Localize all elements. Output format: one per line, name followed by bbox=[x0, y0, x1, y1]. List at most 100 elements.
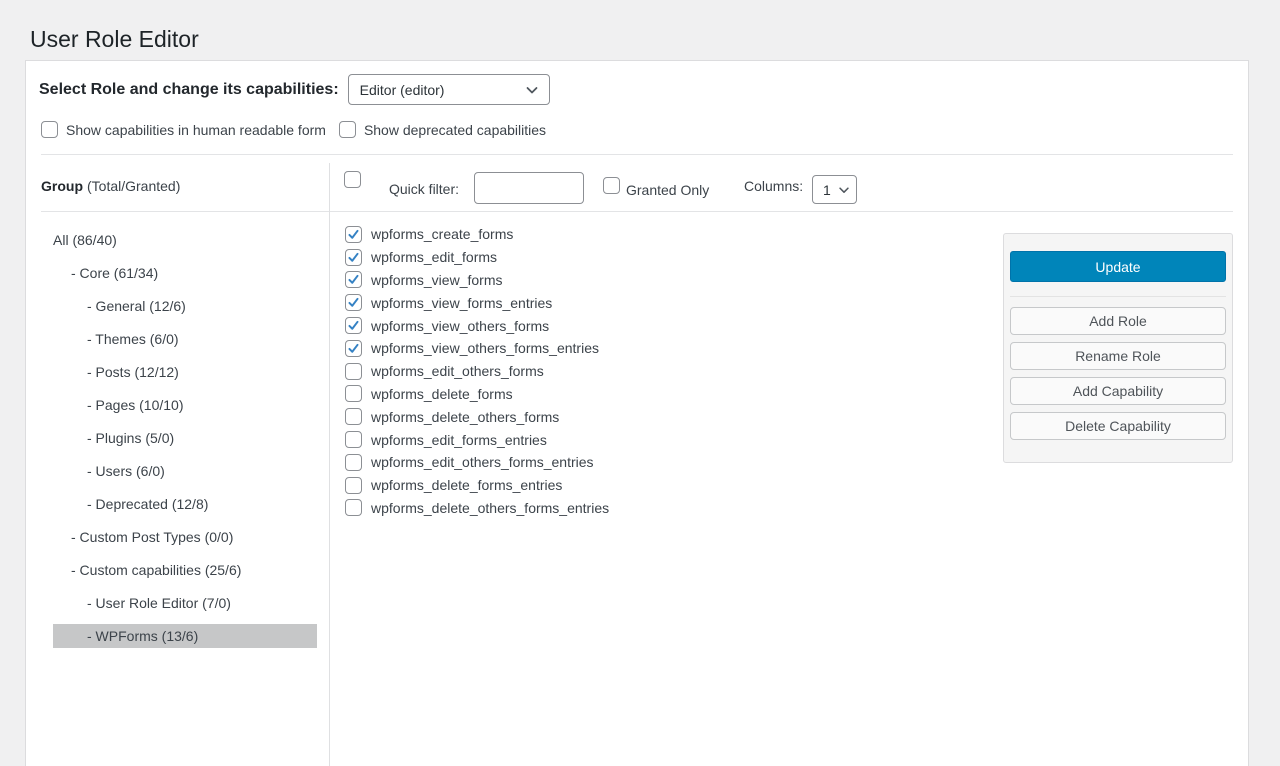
group-tree-item[interactable]: - Custom capabilities (25/6) bbox=[53, 558, 317, 588]
group-tree-item-label: - Deprecated (12/8) bbox=[53, 492, 317, 516]
deprecated-label: Show deprecated capabilities bbox=[364, 122, 546, 138]
group-header-title: Group bbox=[41, 178, 83, 194]
capability-name: wpforms_delete_others_forms bbox=[371, 409, 559, 425]
capability-checkbox[interactable] bbox=[345, 340, 362, 357]
capability-row: wpforms_view_forms bbox=[345, 269, 609, 292]
capability-checkbox[interactable] bbox=[345, 363, 362, 380]
actions-panel: Update Add Role Rename Role Add Capabili… bbox=[1003, 233, 1233, 463]
capability-checkbox[interactable] bbox=[345, 249, 362, 266]
quick-filter-label: Quick filter: bbox=[389, 181, 459, 197]
capability-row: wpforms_edit_others_forms_entries bbox=[345, 451, 609, 474]
capability-checkbox[interactable] bbox=[345, 499, 362, 516]
columns-select[interactable]: 1 bbox=[812, 175, 857, 204]
delete-capability-button[interactable]: Delete Capability bbox=[1010, 412, 1226, 440]
capability-checkbox[interactable] bbox=[345, 477, 362, 494]
group-tree-item-label: - Plugins (5/0) bbox=[53, 426, 317, 450]
add-role-button[interactable]: Add Role bbox=[1010, 307, 1226, 335]
capability-name: wpforms_edit_forms bbox=[371, 249, 497, 265]
capability-name: wpforms_delete_others_forms_entries bbox=[371, 500, 609, 516]
role-selector-label: Select Role and change its capabilities: bbox=[39, 81, 339, 99]
capability-row: wpforms_view_forms_entries bbox=[345, 291, 609, 314]
capability-checkbox[interactable] bbox=[345, 317, 362, 334]
group-tree-item-label: - Custom Post Types (0/0) bbox=[53, 525, 317, 549]
capability-name: wpforms_edit_others_forms bbox=[371, 363, 544, 379]
divider bbox=[41, 154, 1233, 155]
rename-role-button[interactable]: Rename Role bbox=[1010, 342, 1226, 370]
group-tree-item-label: - Pages (10/10) bbox=[53, 393, 317, 417]
vertical-divider bbox=[329, 163, 330, 766]
options-row: Show capabilities in human readable form… bbox=[41, 121, 546, 138]
group-tree-item-label: - Posts (12/12) bbox=[53, 360, 317, 384]
group-tree-item[interactable]: - WPForms (13/6) bbox=[53, 624, 317, 654]
group-tree-item-label: - WPForms (13/6) bbox=[53, 624, 317, 648]
chevron-down-icon bbox=[837, 183, 851, 197]
capability-name: wpforms_create_forms bbox=[371, 226, 513, 242]
capability-name: wpforms_view_others_forms bbox=[371, 318, 549, 334]
columns-select-value: 1 bbox=[823, 182, 831, 198]
group-tree-item[interactable]: - Plugins (5/0) bbox=[53, 426, 317, 456]
group-tree-item[interactable]: - Deprecated (12/8) bbox=[53, 492, 317, 522]
capability-row: wpforms_edit_forms_entries bbox=[345, 428, 609, 451]
group-tree: All (86/40) - Core (61/34) - General (12/6… bbox=[26, 225, 329, 654]
capability-row: wpforms_edit_others_forms bbox=[345, 360, 609, 383]
group-tree-item-label: - User Role Editor (7/0) bbox=[53, 591, 317, 615]
capability-checkbox[interactable] bbox=[345, 385, 362, 402]
granted-only-label: Granted Only bbox=[626, 182, 709, 198]
group-tree-item[interactable]: - Pages (10/10) bbox=[53, 393, 317, 423]
group-tree-item-label: - Core (61/34) bbox=[53, 261, 317, 285]
chevron-down-icon bbox=[524, 82, 540, 98]
deprecated-checkbox[interactable] bbox=[339, 121, 356, 138]
capability-row: wpforms_delete_forms bbox=[345, 383, 609, 406]
capability-name: wpforms_view_forms_entries bbox=[371, 295, 552, 311]
capability-row: wpforms_delete_others_forms bbox=[345, 405, 609, 428]
add-capability-button[interactable]: Add Capability bbox=[1010, 377, 1226, 405]
group-tree-item[interactable]: - Posts (12/12) bbox=[53, 360, 317, 390]
capability-checkbox[interactable] bbox=[345, 431, 362, 448]
group-tree-item-label: All (86/40) bbox=[53, 228, 317, 252]
group-tree-item-label: - Themes (6/0) bbox=[53, 327, 317, 351]
role-selector-row: Select Role and change its capabilities:… bbox=[39, 74, 550, 105]
user-role-editor-screen: User Role Editor Select Role and change … bbox=[0, 0, 1280, 766]
main-panel: Select Role and change its capabilities:… bbox=[25, 60, 1249, 766]
group-tree-item[interactable]: - Core (61/34) bbox=[53, 261, 317, 291]
group-tree-item-label: - General (12/6) bbox=[53, 294, 317, 318]
capability-name: wpforms_view_forms bbox=[371, 272, 502, 288]
capability-checkbox[interactable] bbox=[345, 271, 362, 288]
capability-checkbox[interactable] bbox=[345, 226, 362, 243]
role-select-value: Editor (editor) bbox=[360, 82, 445, 98]
divider bbox=[1010, 296, 1226, 297]
capability-row: wpforms_delete_others_forms_entries bbox=[345, 497, 609, 520]
role-select[interactable]: Editor (editor) bbox=[348, 74, 550, 105]
group-tree-item[interactable]: All (86/40) bbox=[53, 228, 317, 258]
group-header-suffix: (Total/Granted) bbox=[87, 178, 180, 194]
capabilities-list: wpforms_create_forms wpforms_edit_formswp… bbox=[345, 223, 609, 519]
capability-name: wpforms_view_others_forms_entries bbox=[371, 340, 599, 356]
capability-row: wpforms_create_forms bbox=[345, 223, 609, 246]
group-tree-item[interactable]: - Users (6/0) bbox=[53, 459, 317, 489]
capability-name: wpforms_edit_forms_entries bbox=[371, 432, 547, 448]
group-tree-item-label: - Custom capabilities (25/6) bbox=[53, 558, 317, 582]
group-tree-item[interactable]: - General (12/6) bbox=[53, 294, 317, 324]
capability-row: wpforms_delete_forms_entries bbox=[345, 474, 609, 497]
capability-name: wpforms_edit_others_forms_entries bbox=[371, 454, 594, 470]
group-tree-item[interactable]: - Themes (6/0) bbox=[53, 327, 317, 357]
group-tree-item-label: - Users (6/0) bbox=[53, 459, 317, 483]
capability-name: wpforms_delete_forms bbox=[371, 386, 513, 402]
select-all-checkbox[interactable] bbox=[344, 171, 361, 188]
page-title: User Role Editor bbox=[30, 25, 199, 55]
divider bbox=[41, 211, 1233, 212]
quick-filter-input[interactable] bbox=[474, 172, 584, 204]
capability-checkbox[interactable] bbox=[345, 454, 362, 471]
human-readable-checkbox[interactable] bbox=[41, 121, 58, 138]
capability-checkbox[interactable] bbox=[345, 408, 362, 425]
group-tree-item[interactable]: - User Role Editor (7/0) bbox=[53, 591, 317, 621]
capability-row: wpforms_view_others_forms bbox=[345, 314, 609, 337]
capability-checkbox[interactable] bbox=[345, 294, 362, 311]
group-tree-item[interactable]: - Custom Post Types (0/0) bbox=[53, 525, 317, 555]
human-readable-label: Show capabilities in human readable form bbox=[66, 122, 326, 138]
update-button[interactable]: Update bbox=[1010, 251, 1226, 282]
group-header: Group(Total/Granted) bbox=[41, 178, 180, 194]
granted-only-checkbox[interactable] bbox=[603, 177, 620, 194]
columns-label: Columns: bbox=[744, 178, 803, 194]
capability-row: wpforms_view_others_forms_entries bbox=[345, 337, 609, 360]
